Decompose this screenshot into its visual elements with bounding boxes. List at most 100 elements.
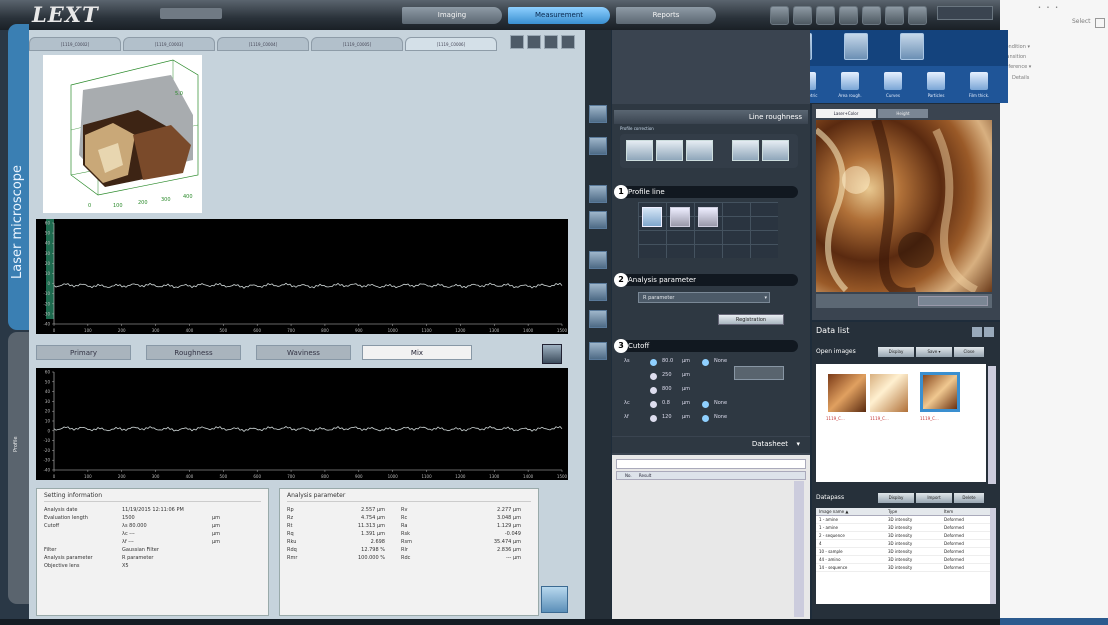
func-tool-button[interactable]: Film thick. [962, 68, 996, 101]
file-tab[interactable]: [1119_C0004] [217, 37, 309, 51]
cutoff-radio[interactable] [650, 401, 657, 408]
func-area-icon[interactable] [844, 33, 868, 60]
primary-profile-plot[interactable]: 0 100 200 300 400 500 600 700 800 900 1000 1100 1200… [36, 219, 568, 334]
datasheet-scrollbar[interactable] [794, 481, 804, 617]
func-tool-button[interactable]: Particles [919, 68, 953, 101]
3d-image-thumbnail[interactable]: 5.0 100 200 300 400 0 [43, 55, 202, 213]
cutoff-custom-input[interactable] [734, 366, 784, 380]
tab-mix[interactable]: Mix [362, 345, 472, 360]
image-thumb-selected[interactable] [920, 372, 960, 412]
line-horizontal-button[interactable] [642, 207, 662, 227]
dp-delete-button[interactable]: Delete [954, 493, 984, 503]
tool-icon[interactable] [589, 342, 607, 360]
datapass-row[interactable]: 1 - amine 3D intensity Deformed [816, 524, 990, 532]
gear-icon[interactable] [885, 6, 904, 25]
measure-icon[interactable] [839, 6, 858, 25]
export-icon[interactable] [541, 586, 568, 613]
view-button[interactable] [544, 35, 558, 49]
dp-name: 1 - amine [819, 517, 838, 522]
cutoff-none-radio[interactable] [702, 401, 709, 408]
datasheet-table[interactable]: No. Result [612, 455, 810, 620]
correction-button[interactable] [686, 140, 713, 161]
cutoff-none-radio[interactable] [702, 359, 709, 366]
cutoff-radio[interactable] [650, 415, 657, 422]
datapass-row[interactable]: 4 3D intensity Deformed [816, 540, 990, 548]
datasheet-dropdown[interactable] [616, 459, 806, 469]
file-tab[interactable]: [1119_C0005] [311, 37, 403, 51]
datapass-row[interactable]: 44 - amino 3D intensity Deformed [816, 556, 990, 564]
laser-microscope-tab[interactable]: Laser microscope [8, 24, 29, 330]
tool-icon[interactable] [589, 310, 607, 328]
profile-tab[interactable]: Profile [8, 332, 29, 604]
ribbon-item[interactable]: Details [1012, 75, 1029, 81]
datapass-row[interactable]: 1 - amine 3D intensity Deformed [816, 516, 990, 524]
tab-measurement[interactable]: Measurement [508, 7, 610, 24]
view-button[interactable] [510, 35, 524, 49]
tool-icon[interactable] [589, 185, 607, 203]
cutoff-radio[interactable] [650, 359, 657, 366]
correction-button[interactable] [762, 140, 789, 161]
mix-profile-plot[interactable]: 0 100 200 300 400 500 600 700 800 900 1000 1100 1200… [36, 368, 568, 480]
tool-icon[interactable] [589, 251, 607, 269]
window-controls[interactable] [937, 6, 993, 20]
image-thumb[interactable] [828, 374, 866, 412]
save-button[interactable]: Save ▾ [916, 347, 952, 357]
sample-image[interactable] [814, 118, 992, 298]
tab-waviness[interactable]: Waviness [256, 345, 351, 360]
correction-button[interactable] [626, 140, 653, 161]
parameter-select[interactable]: R parameter ▾ [638, 292, 770, 303]
minimize-icon[interactable] [972, 327, 982, 337]
display-button[interactable]: Display [878, 347, 914, 357]
file-tab[interactable]: [1119_C0002] [29, 37, 121, 51]
line-vertical-button[interactable] [670, 207, 690, 227]
close-button[interactable]: Close [954, 347, 984, 357]
datapass-table[interactable]: Image name ▲ Type Item 1 - amine 3D inten… [816, 508, 990, 604]
file-tab-active[interactable]: [1119_C0006] [405, 37, 497, 51]
cutoff-none-radio[interactable] [702, 415, 709, 422]
3d-z-label: 5.0 [175, 91, 183, 97]
datapass-scrollbar[interactable] [990, 508, 996, 604]
tab-laser-color[interactable]: Laser+Color [816, 109, 876, 118]
settings-icon[interactable] [908, 6, 927, 25]
tab-imaging[interactable]: Imaging [402, 7, 502, 24]
view-button[interactable] [527, 35, 541, 49]
cutoff-radio[interactable] [650, 373, 657, 380]
registration-button[interactable]: Registration [718, 314, 784, 325]
correction-button[interactable] [732, 140, 759, 161]
dp-display-button[interactable]: Display [878, 493, 914, 503]
image-option-button[interactable] [918, 296, 988, 306]
report-icon[interactable] [816, 6, 835, 25]
datapass-row[interactable]: 14 - sequence 3D intensity Deformed [816, 564, 990, 572]
file-tab[interactable]: [1119_C0003] [123, 37, 215, 51]
ribbon-select-label[interactable]: Select [1072, 18, 1091, 25]
dp-import-button[interactable]: Import [916, 493, 952, 503]
datapass-row[interactable]: 2 - sequence 3D intensity Deformed [816, 532, 990, 540]
wrench-icon[interactable] [862, 6, 881, 25]
line-diagonal-button[interactable] [698, 207, 718, 227]
datapass-row[interactable]: 10 - sample 3D intensity Deformed [816, 548, 990, 556]
tool-icon[interactable] [589, 211, 607, 229]
tab-height[interactable]: Height [878, 109, 928, 118]
monitor-icon[interactable] [770, 6, 789, 25]
tool-icon[interactable] [589, 283, 607, 301]
view-button[interactable] [561, 35, 575, 49]
profile-settings-icon[interactable] [542, 344, 562, 364]
tab-reports[interactable]: Reports [616, 7, 716, 24]
param-value: 2.698 [370, 539, 385, 545]
tool-icon[interactable] [589, 105, 607, 123]
func-tool-button[interactable]: Area rough. [833, 68, 867, 101]
func-particles-icon[interactable] [900, 33, 924, 60]
dp-type: 3D intensity [888, 541, 913, 546]
tab-primary[interactable]: Primary [36, 345, 131, 360]
datasheet-header[interactable]: Datasheet ▾ [612, 437, 810, 453]
camera-icon[interactable] [793, 6, 812, 25]
correction-button[interactable] [656, 140, 683, 161]
image-list-scrollbar[interactable] [988, 366, 996, 484]
ribbon-box-icon[interactable] [1095, 18, 1105, 28]
func-tool-button[interactable]: Curves [876, 68, 910, 101]
maximize-icon[interactable] [984, 327, 994, 337]
tool-icon[interactable] [589, 137, 607, 155]
tab-roughness[interactable]: Roughness [146, 345, 241, 360]
cutoff-radio[interactable] [650, 387, 657, 394]
image-thumb[interactable] [870, 374, 908, 412]
